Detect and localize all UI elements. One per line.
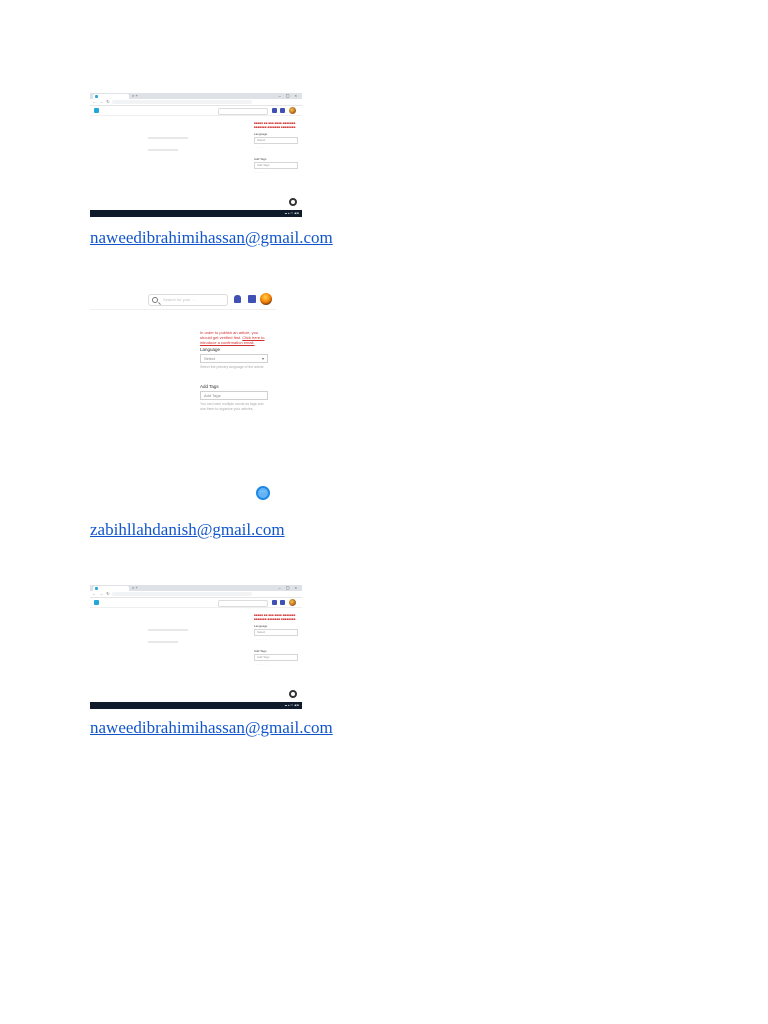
verification-warning: In order to publish an article, you shou…: [200, 330, 270, 345]
embedded-screenshot-1: × + – ▢ × ← → ↻ ■■■■■ ■■ ■■■ ■■■■ ■■■■■■…: [90, 93, 302, 217]
tags-input-placeholder: Add Tags: [257, 163, 270, 167]
extensions-icon: [277, 592, 299, 605]
tab-favicon-icon: [95, 587, 98, 590]
logo-icon: [94, 600, 99, 605]
language-select: Select ▾: [200, 354, 268, 363]
verification-warning: ■■■■■ ■■ ■■■ ■■■■ ■■■■■■■ ■■■■■■■ ■■■■■■…: [254, 121, 296, 129]
avatar: [260, 293, 272, 305]
avatar: [289, 107, 296, 114]
tags-hint: You can have multiple words as tags and …: [200, 402, 264, 411]
new-tab-icon: × +: [132, 93, 138, 98]
article-settings-panel: In order to publish an article, you shou…: [200, 330, 270, 412]
bell-icon: [234, 295, 241, 303]
chat-icon: [256, 486, 270, 500]
write-icon: [248, 295, 256, 303]
search-placeholder: Search for your ...: [163, 297, 195, 302]
os-taskbar: ☁ ▴ ▭ ◀ ■: [90, 702, 302, 709]
avatar: [289, 599, 296, 606]
url-field: [112, 100, 252, 104]
email-link[interactable]: zabihllahdanish@gmail.com: [90, 520, 285, 540]
taskbar-apps-icon: [93, 704, 147, 707]
app-header: [90, 598, 302, 608]
browser-nav-icon: ← → ↻: [92, 591, 111, 596]
write-icon: [280, 600, 285, 605]
language-select: Select: [254, 629, 298, 636]
language-select-value: Select: [257, 138, 266, 142]
app-header: [90, 106, 302, 116]
notification-icon: [272, 108, 277, 113]
taskbar-tray-icon: ☁ ▴ ▭ ◀ ■: [284, 703, 299, 707]
browser-nav-icon: ← → ↻: [92, 99, 111, 104]
search-field: Search for your ...: [148, 294, 228, 306]
url-field: [112, 592, 252, 596]
language-select-value: Select: [204, 356, 216, 361]
chat-icon: [289, 690, 297, 698]
language-select: Select: [254, 137, 298, 144]
search-field: [218, 600, 268, 607]
language-label: Language: [254, 624, 268, 628]
logo-icon: [94, 108, 99, 113]
tags-label: Add Tags: [200, 384, 219, 389]
window-controls-icon: – ▢ ×: [278, 585, 299, 590]
tags-label: Add Tags: [254, 157, 267, 161]
tags-input-placeholder: Add Tags: [204, 393, 221, 398]
embedded-screenshot-3: × + – ▢ × ← → ↻ ■■■■■ ■■ ■■■ ■■■■ ■■■■■■…: [90, 585, 302, 709]
language-select-value: Select: [257, 630, 266, 634]
new-tab-icon: × +: [132, 585, 138, 590]
tags-input: Add Tags: [254, 654, 298, 661]
email-link[interactable]: naweedibrahimihassan@gmail.com: [90, 228, 333, 248]
verification-warning: ■■■■■ ■■ ■■■ ■■■■ ■■■■■■■ ■■■■■■■ ■■■■■■…: [254, 613, 296, 621]
tags-input: Add Tags: [254, 162, 298, 169]
tab-favicon-icon: [95, 95, 98, 98]
tags-label: Add Tags: [254, 649, 267, 653]
tags-input-placeholder: Add Tags: [257, 655, 270, 659]
chat-icon: [289, 198, 297, 206]
language-hint: Select the primary language of the artic…: [200, 365, 264, 369]
body-placeholder-line: [148, 149, 178, 151]
tags-input: Add Tags: [200, 391, 268, 400]
header-divider: [90, 309, 276, 310]
language-label: Language: [254, 132, 268, 136]
title-placeholder-line: [148, 137, 188, 139]
write-icon: [280, 108, 285, 113]
browser-address-bar: ← → ↻: [90, 591, 302, 605]
os-taskbar: ☁ ▴ ▭ ◀ ■: [90, 210, 302, 217]
body-placeholder-line: [148, 641, 178, 643]
embedded-screenshot-2: Search for your ... In order to publish …: [90, 285, 276, 507]
email-link[interactable]: naweedibrahimihassan@gmail.com: [90, 718, 333, 738]
language-hint: · · · · · · · ·: [254, 145, 268, 149]
article-settings-panel: ■■■■■ ■■ ■■■ ■■■■ ■■■■■■■ ■■■■■■■ ■■■■■■…: [254, 613, 298, 666]
taskbar-apps-icon: [93, 212, 147, 215]
tags-hint: · · · · · · · ·: [254, 662, 268, 666]
search-icon: [152, 297, 158, 303]
tags-hint: · · · · · · · ·: [254, 170, 268, 174]
taskbar-tray-icon: ☁ ▴ ▭ ◀ ■: [284, 211, 299, 215]
title-placeholder-line: [148, 629, 188, 631]
language-hint: · · · · · · · ·: [254, 637, 268, 641]
language-label: Language: [200, 347, 221, 352]
notification-icon: [272, 600, 277, 605]
chevron-down-icon: ▾: [261, 356, 264, 361]
window-controls-icon: – ▢ ×: [278, 93, 299, 98]
browser-address-bar: ← → ↻: [90, 99, 302, 113]
extensions-icon: [277, 100, 299, 113]
article-settings-panel: ■■■■■ ■■ ■■■ ■■■■ ■■■■■■■ ■■■■■■■ ■■■■■■…: [254, 121, 298, 174]
search-field: [218, 108, 268, 115]
